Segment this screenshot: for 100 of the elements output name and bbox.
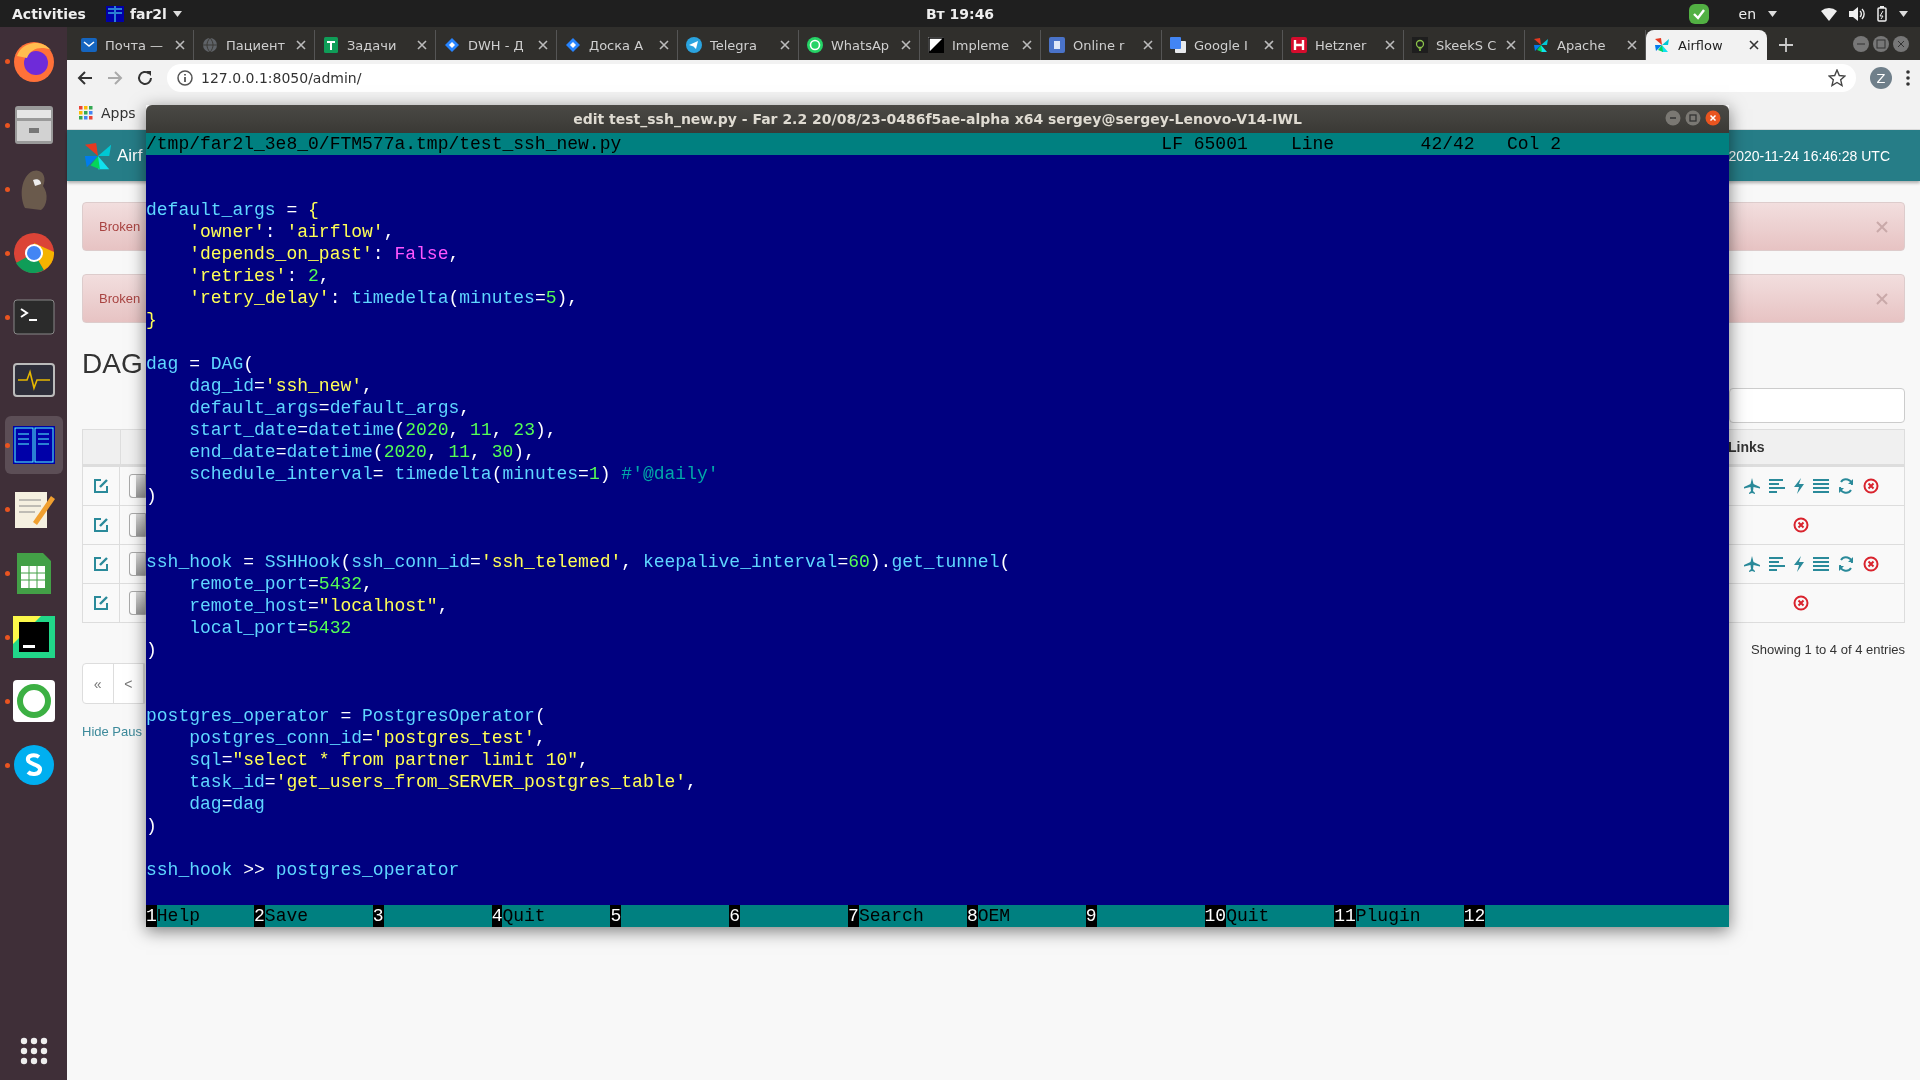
list-icon[interactable] xyxy=(1813,479,1829,493)
delete-icon[interactable] xyxy=(1863,556,1879,572)
gantt-icon[interactable] xyxy=(1769,557,1785,571)
lightning-icon[interactable] xyxy=(1794,556,1804,572)
code-line: 'owner': 'airflow', xyxy=(188,222,395,242)
delete-icon[interactable] xyxy=(1863,478,1879,494)
code-line: default_args=default_args, xyxy=(188,398,471,418)
pinwheel-icon xyxy=(1533,37,1549,53)
edit-icon[interactable] xyxy=(93,478,109,494)
close-icon[interactable] xyxy=(296,40,306,50)
close-icon[interactable] xyxy=(175,40,185,50)
star-icon[interactable] xyxy=(1828,69,1846,87)
function-key[interactable]: 12 xyxy=(1463,905,1486,927)
minimize-icon[interactable] xyxy=(1665,110,1681,126)
delete-icon[interactable] xyxy=(1793,595,1809,611)
function-key[interactable]: 4Quit xyxy=(491,905,546,927)
profile-avatar[interactable]: Z xyxy=(1870,67,1892,89)
code-line: ssh_hook = SSHHook(ssh_conn_id='ssh_telemed', keepalive_interval=60).get_tunnel( xyxy=(146,552,1011,572)
function-key[interactable]: 9 xyxy=(1085,905,1097,927)
airplane-icon[interactable] xyxy=(1744,556,1760,572)
window-title: edit test_ssh_new.py - Far 2.2 20/08/23-0486f5ae-alpha x64 sergey@sergey-Lenovo-V14-IWL xyxy=(573,111,1302,127)
function-key[interactable]: 7Search xyxy=(848,905,924,927)
code-line: remote_host="localhost", xyxy=(188,596,449,616)
ring-icon[interactable] xyxy=(10,678,57,724)
caret-icon[interactable] xyxy=(1899,10,1908,17)
function-key[interactable]: 5 xyxy=(610,905,622,927)
edit-icon[interactable] xyxy=(93,556,109,572)
brand-name[interactable]: Airf xyxy=(117,145,143,166)
page-link[interactable]: < xyxy=(113,664,144,703)
panels-icon xyxy=(105,5,124,22)
function-key[interactable]: 1Help xyxy=(146,905,201,927)
toggle-switch[interactable] xyxy=(129,474,146,498)
close-icon[interactable] xyxy=(1264,40,1274,50)
close-icon[interactable] xyxy=(1749,40,1759,50)
code-line: dag = DAG( xyxy=(146,354,255,374)
close-icon[interactable] xyxy=(659,40,669,50)
volume-icon[interactable] xyxy=(1849,6,1865,21)
pinwheel-logo-icon[interactable] xyxy=(83,140,113,171)
chat-bubble-icon xyxy=(807,37,823,53)
close-icon[interactable] xyxy=(417,40,427,50)
airplane-icon[interactable] xyxy=(1744,478,1760,494)
close-icon[interactable] xyxy=(1385,40,1395,50)
toggle-switch[interactable] xyxy=(129,513,146,537)
list-icon[interactable] xyxy=(1813,557,1829,571)
edit-icon[interactable] xyxy=(93,595,109,611)
translate-icon xyxy=(1170,37,1186,53)
lightning-icon[interactable] xyxy=(1794,478,1804,494)
page-title: DAG xyxy=(82,348,143,380)
battery-icon[interactable] xyxy=(1877,5,1887,22)
search-field[interactable] xyxy=(1729,388,1905,423)
clock[interactable]: Вт 19:46 xyxy=(925,5,995,22)
plus-icon[interactable] xyxy=(1779,38,1793,52)
menu-icon[interactable] xyxy=(1906,70,1910,86)
close-icon[interactable] xyxy=(901,40,911,50)
close-icon[interactable] xyxy=(1143,40,1153,50)
page-link[interactable]: « xyxy=(83,664,114,703)
window-controls-icon[interactable] xyxy=(1852,35,1910,53)
code-line: dag_id='ssh_new', xyxy=(188,376,373,396)
column-position: Col 2 xyxy=(1507,134,1561,154)
gantt-icon[interactable] xyxy=(1769,479,1785,493)
back-icon[interactable] xyxy=(77,70,93,86)
app-grid-icon[interactable] xyxy=(18,1036,49,1066)
function-key[interactable]: 8OEM xyxy=(966,905,1011,927)
refresh-icon[interactable] xyxy=(1838,478,1854,494)
close-icon[interactable] xyxy=(538,40,548,50)
check-badge-icon[interactable] xyxy=(1688,3,1709,24)
function-key[interactable]: 3 xyxy=(372,905,384,927)
function-key[interactable]: 10Quit xyxy=(1204,905,1270,927)
code-line: task_id='get_users_from_SERVER_postgres_table', xyxy=(188,772,697,792)
close-icon[interactable] xyxy=(780,40,790,50)
keyboard-layout[interactable]: en xyxy=(1738,5,1756,22)
edit-icon[interactable] xyxy=(93,517,109,533)
caret-icon xyxy=(1768,10,1777,17)
code-line: end_date=datetime(2020, 11, 30), xyxy=(188,442,535,462)
code-line: start_date=datetime(2020, 11, 23), xyxy=(188,420,557,440)
close-icon[interactable] xyxy=(1705,110,1721,126)
encoding-label: LF 65001 xyxy=(1161,134,1248,154)
delete-icon[interactable] xyxy=(1793,517,1809,533)
bookmark-link[interactable]: Apps xyxy=(101,104,136,121)
hide-paused-link[interactable]: Hide Paus xyxy=(82,724,142,739)
refresh-icon[interactable] xyxy=(1838,556,1854,572)
toggle-switch[interactable] xyxy=(129,591,146,615)
close-icon[interactable] xyxy=(1506,40,1516,50)
activities-button[interactable]: Activities xyxy=(12,5,86,22)
square-logo-icon[interactable] xyxy=(10,614,57,660)
browser-tab[interactable]: Airflow xyxy=(1646,30,1767,60)
function-key[interactable]: 11Plugin xyxy=(1334,905,1421,927)
close-icon[interactable] xyxy=(1627,40,1637,50)
function-key[interactable]: 6 xyxy=(729,905,741,927)
reload-icon[interactable] xyxy=(137,70,153,86)
toggle-switch[interactable] xyxy=(129,552,146,576)
code-line: local_port=5432 xyxy=(188,618,352,638)
app-menu[interactable]: far2l xyxy=(129,5,167,22)
code-line: schedule_interval= timedelta(minutes=1) #'@daily' xyxy=(188,464,719,484)
code-line: 'depends_on_past': False, xyxy=(188,244,460,264)
close-icon[interactable] xyxy=(1022,40,1032,50)
wifi-icon[interactable] xyxy=(1821,6,1837,21)
function-key[interactable]: 2Save xyxy=(254,905,309,927)
diamond-icon xyxy=(565,37,581,53)
address-field[interactable]: 127.0.0.1:8050/admin/ xyxy=(167,64,1856,92)
